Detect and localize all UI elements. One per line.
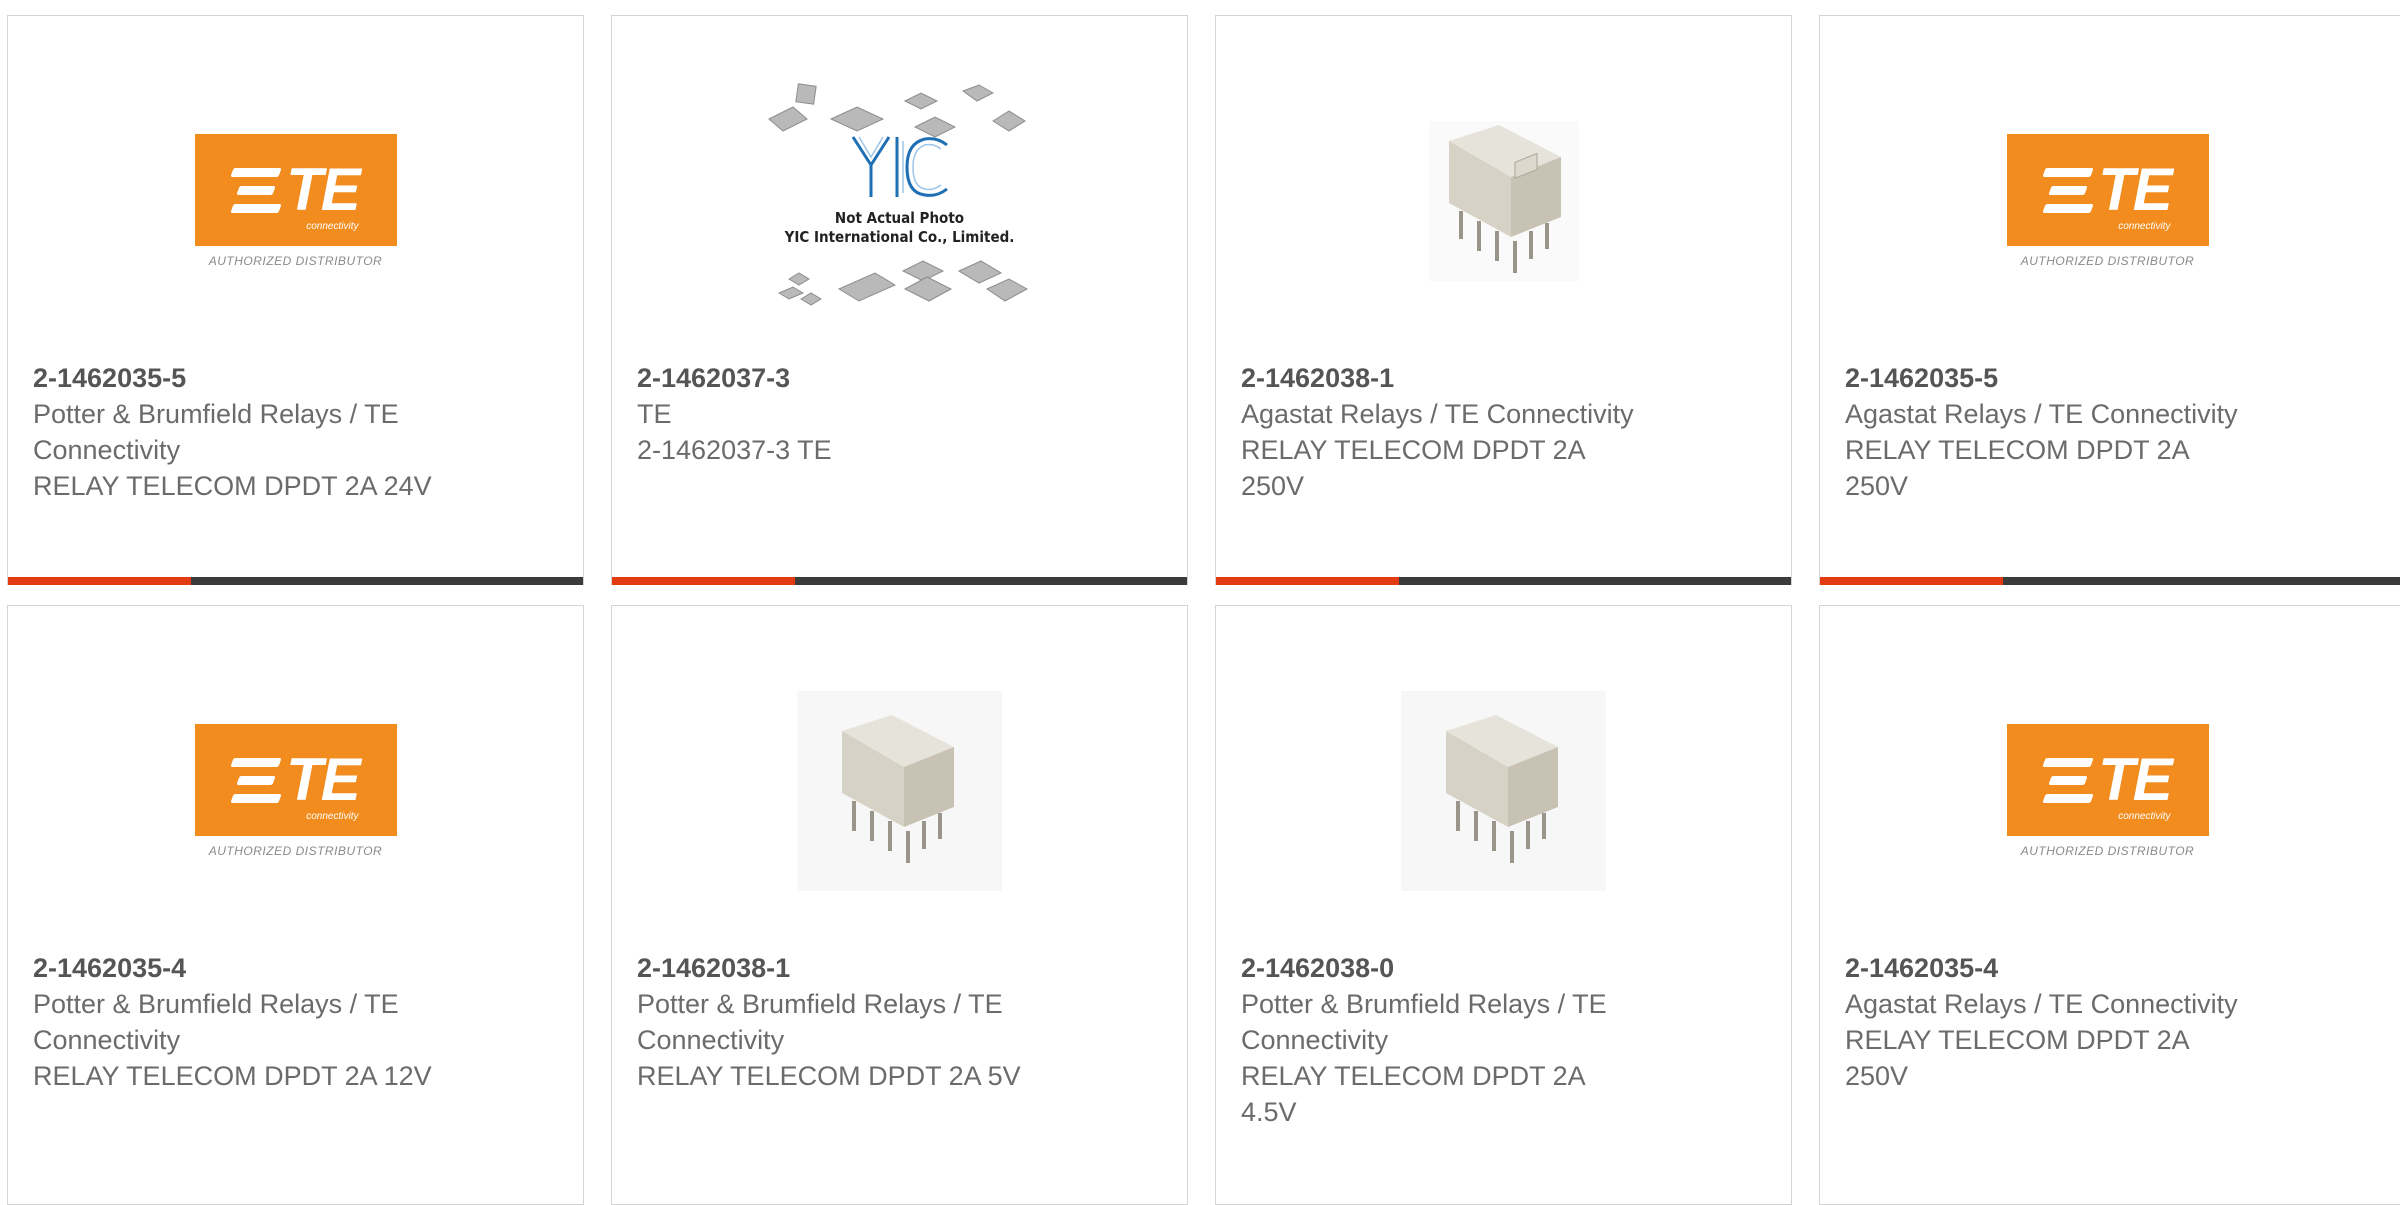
description-text: RELAY TELECOM DPDT 2A 5V — [637, 1061, 1021, 1091]
product-card[interactable]: TE connectivity AUTHORIZED DISTRIBUTOR 2… — [1819, 15, 2400, 585]
manufacturer-text: Potter & Brumfield Relays / TE — [33, 989, 399, 1019]
product-image[interactable] — [1216, 666, 1791, 916]
product-image[interactable]: TE connectivity AUTHORIZED DISTRIBUTOR — [8, 666, 583, 916]
part-number-link[interactable]: 2-1462035-4 — [33, 950, 558, 986]
manufacturer-text: Agastat Relays / TE Connectivity — [1845, 399, 2238, 429]
yic-company-note: YIC International Co., Limited. — [784, 228, 1015, 246]
description-text: RELAY TELECOM DPDT 2A — [1241, 1061, 1586, 1091]
card-bottom-bar — [1216, 577, 1791, 585]
te-authorized-distributor-logo: TE connectivity AUTHORIZED DISTRIBUTOR — [194, 724, 397, 858]
product-card[interactable]: TE connectivity AUTHORIZED DISTRIBUTOR 2… — [7, 15, 584, 585]
description-text: RELAY TELECOM DPDT 2A — [1241, 435, 1586, 465]
product-card[interactable]: 2-1462038-0 Potter & Brumfield Relays / … — [1215, 605, 1792, 1205]
product-image[interactable] — [1216, 76, 1791, 326]
manufacturer-text: Agastat Relays / TE Connectivity — [1845, 989, 2238, 1019]
part-number-link[interactable]: 2-1462038-1 — [1241, 360, 1766, 396]
manufacturer-text: Potter & Brumfield Relays / TE — [637, 989, 1003, 1019]
manufacturer-text: Connectivity — [637, 1025, 785, 1055]
te-authorized-distributor-logo: TE connectivity AUTHORIZED DISTRIBUTOR — [2006, 134, 2209, 268]
product-card[interactable]: TE connectivity AUTHORIZED DISTRIBUTOR 2… — [7, 605, 584, 1205]
product-image[interactable] — [612, 666, 1187, 916]
product-image[interactable]: TE connectivity AUTHORIZED DISTRIBUTOR — [1820, 666, 2395, 916]
card-bottom-bar — [8, 577, 583, 585]
description-text: RELAY TELECOM DPDT 2A — [1845, 435, 2190, 465]
description-text: 250V — [1241, 471, 1305, 501]
product-image[interactable]: TE connectivity AUTHORIZED DISTRIBUTOR — [1820, 76, 2395, 326]
yic-placeholder-image: Not Actual Photo YIC International Co., … — [765, 81, 1035, 321]
product-image[interactable]: Not Actual Photo YIC International Co., … — [612, 76, 1187, 326]
chip-packages-icon — [767, 83, 1028, 306]
product-card[interactable]: 2-1462038-1 Agastat Relays / TE Connecti… — [1215, 15, 1792, 585]
relay-component-image — [1428, 121, 1579, 281]
manufacturer-text: Potter & Brumfield Relays / TE — [1241, 989, 1607, 1019]
manufacturer-text: Agastat Relays / TE Connectivity — [1241, 399, 1634, 429]
product-card[interactable]: Not Actual Photo YIC International Co., … — [611, 15, 1188, 585]
not-actual-photo-note: Not Actual Photo — [834, 209, 965, 227]
part-number-link[interactable]: 2-1462035-5 — [1845, 360, 2383, 396]
product-grid: TE connectivity AUTHORIZED DISTRIBUTOR 2… — [0, 0, 2400, 1205]
relay-component-image — [797, 691, 1002, 891]
card-bottom-bar — [612, 577, 1187, 585]
product-card[interactable]: 2-1462038-1 Potter & Brumfield Relays / … — [611, 605, 1188, 1205]
te-authorized-distributor-logo: TE connectivity AUTHORIZED DISTRIBUTOR — [194, 134, 397, 268]
part-number-link[interactable]: 2-1462035-5 — [33, 360, 558, 396]
product-image[interactable]: TE connectivity AUTHORIZED DISTRIBUTOR — [8, 76, 583, 326]
description-text: RELAY TELECOM DPDT 2A — [1845, 1025, 2190, 1055]
manufacturer-text: Connectivity — [33, 1025, 181, 1055]
part-number-link[interactable]: 2-1462037-3 — [637, 360, 1162, 396]
description-text: RELAY TELECOM DPDT 2A 12V — [33, 1061, 432, 1091]
card-bottom-bar — [1820, 577, 2400, 585]
part-number-link[interactable]: 2-1462038-1 — [637, 950, 1162, 986]
te-authorized-distributor-logo: TE connectivity AUTHORIZED DISTRIBUTOR — [2006, 724, 2209, 858]
description-text: 2-1462037-3 TE — [637, 435, 832, 465]
manufacturer-text: Potter & Brumfield Relays / TE — [33, 399, 399, 429]
part-number-link[interactable]: 2-1462035-4 — [1845, 950, 2383, 986]
description-text: RELAY TELECOM DPDT 2A 24V — [33, 471, 432, 501]
relay-component-image — [1401, 691, 1606, 891]
product-card[interactable]: TE connectivity AUTHORIZED DISTRIBUTOR 2… — [1819, 605, 2400, 1205]
manufacturer-text: Connectivity — [33, 435, 181, 465]
description-text: 250V — [1845, 1061, 1909, 1091]
description-text: 250V — [1845, 471, 1909, 501]
manufacturer-text: Connectivity — [1241, 1025, 1389, 1055]
manufacturer-text: TE — [637, 399, 672, 429]
description-text: 4.5V — [1241, 1097, 1297, 1127]
part-number-link[interactable]: 2-1462038-0 — [1241, 950, 1766, 986]
